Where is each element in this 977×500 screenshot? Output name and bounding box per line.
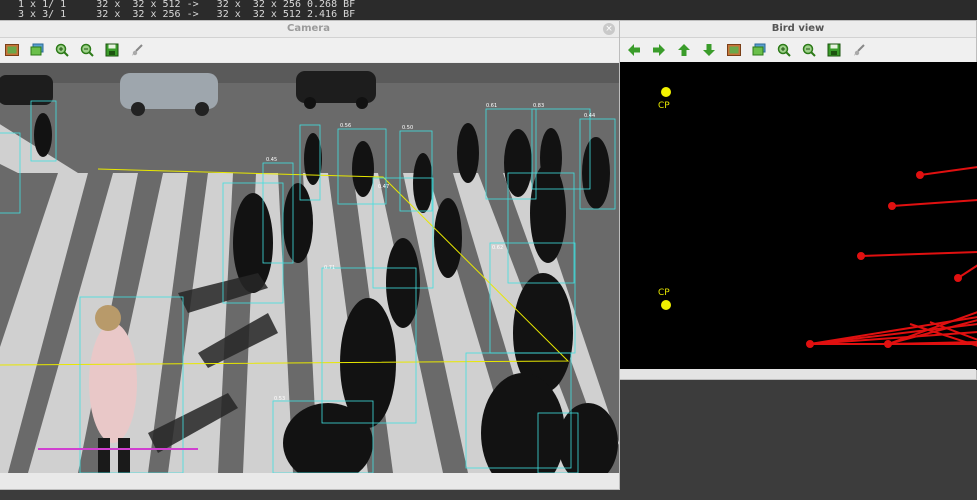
zoom-in-button[interactable] <box>776 42 792 58</box>
bird-view-window: Bird view CP CP <box>619 20 977 380</box>
close-button[interactable]: × <box>603 23 615 35</box>
image-stack-icon <box>752 43 766 56</box>
cp-marker <box>661 300 671 310</box>
arrow-up-icon <box>678 44 690 56</box>
zoom-out-icon <box>80 43 94 57</box>
det-label: 0.56 <box>340 123 351 129</box>
camera-image: 0.61 0.83 0.44 0.50 0.56 0.47 0.45 0.62 … <box>0 63 619 473</box>
det-label: 0.45 <box>266 157 277 163</box>
cp-label: CP <box>658 288 670 298</box>
terminal-line: 3 x 3/ 1 32 x 32 x 256 -> 32 x 32 x 512 … <box>18 9 356 20</box>
zoom-in-icon <box>777 43 791 57</box>
save-icon <box>827 43 841 57</box>
brush-icon <box>132 44 143 56</box>
bird-view-statusbar <box>620 369 976 379</box>
image-icon <box>727 44 741 56</box>
brush-icon <box>854 44 865 56</box>
zoom-in-button[interactable] <box>54 42 70 58</box>
save-button[interactable] <box>104 42 120 58</box>
bird-view-canvas: CP CP <box>620 62 977 370</box>
arrow-right-icon <box>653 44 665 56</box>
det-label: 0.53 <box>274 396 285 402</box>
det-label: 0.50 <box>402 125 413 131</box>
arrow-down-icon <box>703 44 715 56</box>
zoom-out-icon <box>802 43 816 57</box>
brush-button[interactable] <box>129 42 145 58</box>
pan-up-button[interactable] <box>676 42 692 58</box>
image-button[interactable] <box>4 42 20 58</box>
bird-view-image <box>620 62 977 370</box>
det-label: 0.83 <box>533 103 544 109</box>
det-label: 0.44 <box>584 113 595 119</box>
cp-marker <box>661 87 671 97</box>
pan-left-button[interactable] <box>626 42 642 58</box>
camera-window-title: Camera <box>287 23 330 34</box>
image-icon <box>5 44 19 56</box>
car <box>0 75 53 105</box>
image-stack-button[interactable] <box>751 42 767 58</box>
zoom-out-button[interactable] <box>801 42 817 58</box>
save-icon <box>105 43 119 57</box>
bird-view-titlebar[interactable]: Bird view <box>620 21 976 38</box>
camera-feed: 0.61 0.83 0.44 0.50 0.56 0.47 0.45 0.62 … <box>0 63 619 473</box>
det-label: 0.47 <box>378 184 389 190</box>
camera-toolbar <box>0 38 619 62</box>
image-button[interactable] <box>726 42 742 58</box>
image-stack-button[interactable] <box>29 42 45 58</box>
cp-label: CP <box>658 101 670 111</box>
bird-view-window-title: Bird view <box>771 23 825 34</box>
det-label: 0.71 <box>324 265 335 271</box>
image-stack-icon <box>30 43 44 56</box>
camera-titlebar[interactable]: Camera × <box>0 21 619 38</box>
zoom-in-icon <box>55 43 69 57</box>
pan-down-button[interactable] <box>701 42 717 58</box>
zoom-out-button[interactable] <box>79 42 95 58</box>
arrow-left-icon <box>628 44 640 56</box>
terminal-output: 1 x 1/ 1 32 x 32 x 512 -> 32 x 32 x 256 … <box>0 0 977 22</box>
camera-window: Camera × 0.61 0.83 0.44 0.50 0.56 0.47 0… <box>0 20 620 490</box>
save-button[interactable] <box>826 42 842 58</box>
pan-right-button[interactable] <box>651 42 667 58</box>
bird-view-toolbar <box>620 38 976 62</box>
brush-button[interactable] <box>851 42 867 58</box>
det-label: 0.62 <box>492 245 503 251</box>
det-label: 0.61 <box>486 103 497 109</box>
